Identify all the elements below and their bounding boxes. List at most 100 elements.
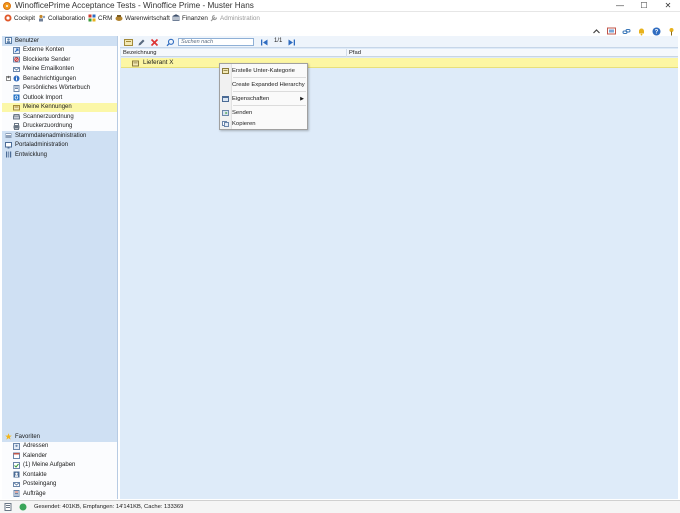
menu-item-label: Senden: [232, 110, 253, 116]
sidebar-group-stammdatenadministration[interactable]: Stammdatenadministration: [2, 131, 118, 140]
favorite-item-kontakte[interactable]: Kontakte: [2, 470, 117, 480]
identifiers-icon: [13, 104, 20, 111]
favorite-item-meine-aufgaben[interactable]: (1) Meine Aufgaben: [2, 460, 117, 470]
favorite-item-auftraege[interactable]: Aufträge: [2, 489, 117, 499]
email-accounts-icon: [13, 66, 20, 73]
sidebar-item-persoenliches-woerterbuch[interactable]: Persönliches Wörterbuch: [2, 83, 117, 93]
window-title: WinofficePrime Acceptance Tests - Winoff…: [15, 1, 254, 10]
new-record-icon[interactable]: [124, 38, 133, 47]
sidebar-item-outlook-import[interactable]: O Outlook Import: [2, 93, 117, 103]
help-icon[interactable]: ?: [652, 27, 661, 36]
new-subcategory-icon: [222, 68, 229, 74]
sidebar-group-label: Stammdatenadministration: [15, 132, 87, 139]
maximize-button[interactable]: ☐: [632, 0, 656, 12]
delete-icon[interactable]: [150, 38, 159, 47]
close-button[interactable]: ✕: [656, 0, 680, 12]
category-icon: [132, 60, 139, 67]
module-crm[interactable]: CRM: [88, 13, 112, 23]
collaboration-icon: [38, 14, 46, 22]
expand-icon[interactable]: +: [6, 76, 11, 82]
sidebar-group-entwicklung[interactable]: Entwicklung: [2, 150, 118, 159]
module-administration[interactable]: Administration: [210, 13, 260, 23]
finanzen-icon: [172, 14, 180, 22]
context-menu: Erstelle Unter-Kategorie Create Expanded…: [219, 63, 308, 130]
svg-text:O: O: [15, 96, 19, 102]
bell-icon[interactable]: [637, 27, 646, 36]
search-input[interactable]: Suchen nach: [178, 38, 254, 46]
development-icon: [5, 151, 12, 158]
edit-icon[interactable]: [137, 38, 146, 47]
sidebar-group-favoriten[interactable]: Favoriten: [2, 432, 118, 441]
first-page-icon[interactable]: [260, 38, 269, 47]
outlook-import-icon: O: [13, 94, 20, 102]
menu-item-label: Create Expanded Hierarchy: [232, 82, 305, 88]
sidebar-item-druckerzuordnung[interactable]: Druckerzuordnung: [2, 121, 117, 131]
module-label: CRM: [98, 14, 113, 22]
menu-item-create-expanded-hierarchy[interactable]: Create Expanded Hierarchy: [220, 80, 307, 90]
chevron-up-icon[interactable]: [592, 27, 601, 36]
cockpit-icon: [4, 14, 12, 22]
pin-icon[interactable]: [667, 27, 676, 36]
portal-icon: [5, 141, 12, 149]
module-label: Administration: [220, 14, 260, 22]
submenu-arrow-icon: ▶: [300, 96, 304, 102]
navigation-sidebar: Benutzer Externe Konten Blockierte Sende…: [2, 36, 118, 499]
status-tool-icon[interactable]: [4, 503, 12, 511]
status-bar: Gesendet: 401KB, Empfangen: 14'141KB, Ca…: [0, 500, 680, 513]
sidebar-item-label: Externe Konten: [23, 47, 65, 54]
module-collaboration[interactable]: Collaboration: [38, 13, 85, 23]
cell-bezeichnung: Lieferant X: [143, 59, 174, 66]
module-label: Warenwirtschaft: [125, 14, 170, 22]
module-cockpit[interactable]: Cockpit: [4, 13, 35, 23]
crm-icon: [88, 14, 96, 22]
sidebar-group-portaladministration[interactable]: Portaladministration: [2, 141, 118, 150]
menu-item-label: Eigenschaften: [232, 96, 270, 102]
column-header-bezeichnung[interactable]: Bezeichnung: [121, 49, 347, 57]
search-icon[interactable]: [166, 38, 175, 47]
sidebar-item-label: Persönliches Wörterbuch: [23, 85, 91, 92]
module-menu: Cockpit Collaboration CRM Warenwirtschaf…: [0, 12, 680, 24]
menu-item-erstelle-unter-kategorie[interactable]: Erstelle Unter-Kategorie: [220, 66, 307, 76]
menu-item-eigenschaften[interactable]: Eigenschaften ▶: [220, 94, 307, 104]
next-page-icon[interactable]: [287, 38, 296, 47]
sidebar-item-benachrichtigungen[interactable]: + Benachrichtigungen: [2, 74, 117, 84]
calendar-icon: [13, 452, 20, 460]
sidebar-item-scannerzuordnung[interactable]: Scannerzuordnung: [2, 112, 117, 122]
screen-icon[interactable]: [607, 27, 616, 36]
column-header-pfad[interactable]: Pfad: [347, 49, 678, 57]
table-row[interactable]: Lieferant X: [121, 58, 678, 68]
menu-item-kopieren[interactable]: Kopieren: [220, 119, 307, 129]
menu-item-senden[interactable]: Senden: [220, 108, 307, 118]
link-icon[interactable]: [622, 27, 631, 36]
inbox-icon: [13, 481, 20, 488]
menu-item-label: Erstelle Unter-Kategorie: [232, 68, 295, 74]
blocked-senders-icon: [13, 56, 20, 63]
sidebar-item-blockierte-sender[interactable]: Blockierte Sender: [2, 55, 117, 65]
minimize-button[interactable]: —: [608, 0, 632, 12]
grid-header: Bezeichnung Pfad: [121, 49, 678, 57]
favorite-item-kalender[interactable]: Kalender: [2, 451, 117, 461]
sidebar-group-benutzer[interactable]: Benutzer: [2, 36, 118, 45]
module-label: Collaboration: [48, 14, 86, 22]
sidebar-item-meine-kennungen[interactable]: Meine Kennungen: [2, 102, 117, 112]
favorite-item-adressen[interactable]: Adressen: [2, 441, 117, 451]
favorite-item-posteingang[interactable]: Posteingang: [2, 479, 117, 489]
sidebar-item-label: Aufträge: [23, 490, 46, 497]
title-bar: WinofficePrime Acceptance Tests - Winoff…: [0, 0, 680, 12]
master-data-icon: [5, 132, 12, 139]
sidebar-group-label: Entwicklung: [15, 151, 48, 158]
addresses-icon: [13, 442, 20, 450]
module-finanzen[interactable]: Finanzen: [172, 13, 208, 23]
printer-icon: [13, 122, 20, 130]
scanner-icon: [13, 113, 20, 120]
sidebar-item-label: Scannerzuordnung: [23, 113, 74, 120]
sidebar-item-externe-konten[interactable]: Externe Konten: [2, 45, 117, 55]
sidebar-item-label: Posteingang: [23, 481, 57, 488]
send-icon: [222, 110, 229, 116]
module-warenwirtschaft[interactable]: Warenwirtschaft: [115, 13, 170, 23]
sidebar-item-meine-emailkonten[interactable]: Meine Emailkonten: [2, 64, 117, 74]
copy-icon: [222, 121, 229, 127]
sidebar-group-label: Favoriten: [15, 433, 41, 440]
menu-item-label: Kopieren: [232, 121, 256, 127]
connection-status-icon: [19, 503, 27, 511]
